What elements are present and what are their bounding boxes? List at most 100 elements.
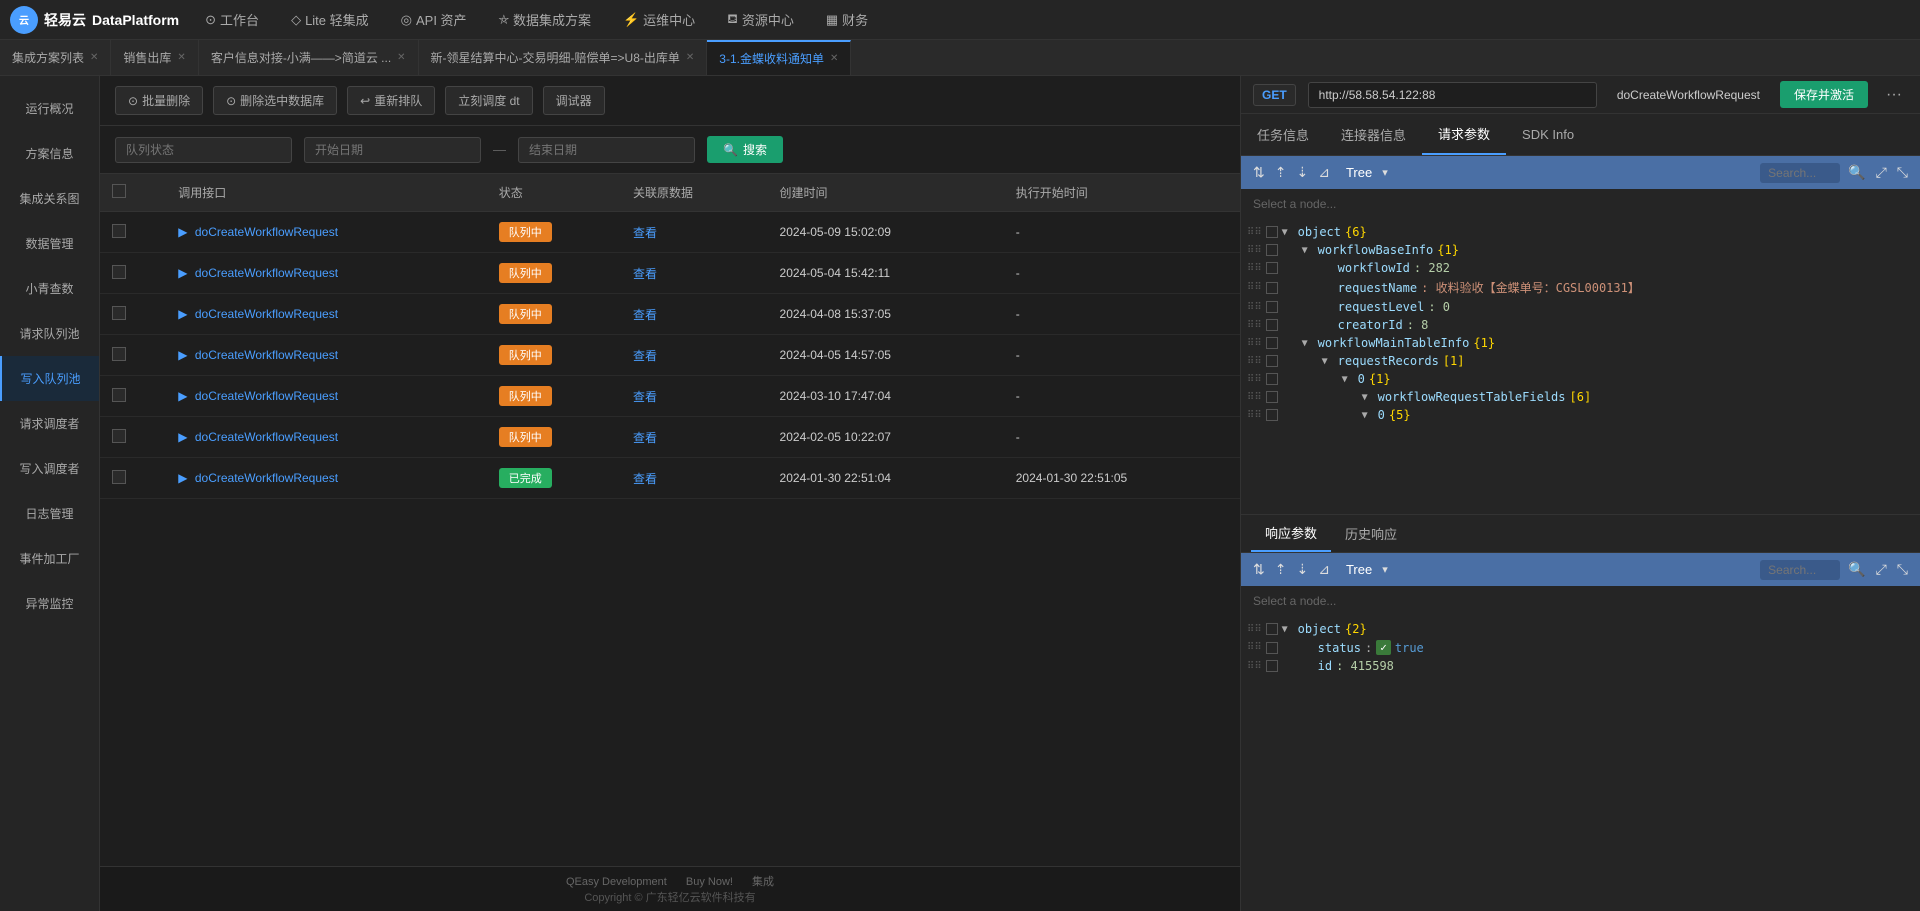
response-tree-search-icon[interactable]: 🔍	[1846, 559, 1867, 580]
resp-drag-handle-1[interactable]: ⠿⠿	[1247, 642, 1262, 653]
drag-handle-1[interactable]: ⠿⠿	[1247, 245, 1262, 256]
resp-tree-sort-icon[interactable]: ⇡	[1273, 559, 1289, 580]
resp-node-checkbox-0[interactable]	[1266, 623, 1278, 635]
request-tree-search-icon[interactable]: 🔍	[1846, 162, 1867, 183]
end-date-filter[interactable]	[518, 137, 695, 163]
resp-drag-handle-0[interactable]: ⠿⠿	[1247, 624, 1262, 635]
tab-close-new-star[interactable]: ✕	[686, 52, 694, 63]
row-checkbox-6[interactable]	[112, 470, 126, 484]
debug-button[interactable]: 调试器	[543, 86, 605, 115]
row-checkbox-5[interactable]	[112, 429, 126, 443]
drag-handle-8[interactable]: ⠿⠿	[1247, 374, 1262, 385]
request-tree-collapse-icon[interactable]: ⤡	[1895, 162, 1910, 183]
row-checkbox-3[interactable]	[112, 347, 126, 361]
request-tree-expand-icon[interactable]: ⤢	[1874, 162, 1889, 183]
row-checkbox-1[interactable]	[112, 265, 126, 279]
drag-handle-0[interactable]: ⠿⠿	[1247, 227, 1262, 238]
requeue-button[interactable]: ↩ 重新排队	[347, 86, 435, 115]
tree-sort-desc-icon[interactable]: ⇣	[1294, 162, 1310, 183]
sidebar-item-small-query[interactable]: 小青查数	[0, 266, 99, 311]
request-tree-row[interactable]: ⠿⠿ requestName : 收料验收【金蝶单号：CGSL000131】	[1241, 277, 1920, 298]
response-tree-collapse-icon[interactable]: ⤡	[1895, 559, 1910, 580]
view-link-0[interactable]: 查看	[633, 226, 657, 240]
node-checkbox-10[interactable]	[1266, 409, 1278, 421]
node-checkbox-9[interactable]	[1266, 391, 1278, 403]
play-icon-4[interactable]: ▶	[178, 389, 187, 403]
tab-solution-list[interactable]: 集成方案列表 ✕	[0, 40, 111, 75]
tab-new-star[interactable]: 新-领星结算中心-交易明细-赔偿单=>U8-出库单 ✕	[419, 40, 708, 75]
sidebar-item-write-queue[interactable]: 写入队列池	[0, 356, 99, 401]
drag-handle-9[interactable]: ⠿⠿	[1247, 392, 1262, 403]
resp-node-checkbox-2[interactable]	[1266, 660, 1278, 672]
play-icon-5[interactable]: ▶	[178, 430, 187, 444]
resp-tree-sort-desc-icon[interactable]: ⇣	[1294, 559, 1310, 580]
sidebar-item-request-scheduler[interactable]: 请求调度者	[0, 401, 99, 446]
nav-ops[interactable]: ⚡ 运维中心	[617, 10, 701, 29]
node-checkbox-7[interactable]	[1266, 355, 1278, 367]
view-link-4[interactable]: 查看	[633, 390, 657, 404]
rp-tab-request-params[interactable]: 请求参数	[1422, 114, 1506, 155]
tab-golden-butterfly[interactable]: 3-1.金蝶收料通知单 ✕	[707, 40, 851, 75]
bottom-tab-history-response[interactable]: 历史响应	[1331, 516, 1411, 551]
response-tree-row[interactable]: ⠿⠿ ▼ object {2}	[1241, 620, 1920, 638]
delete-selected-button[interactable]: ⊙ 删除选中数据库	[213, 86, 337, 115]
play-icon-3[interactable]: ▶	[178, 348, 187, 362]
tree-expand-all-icon[interactable]: ⇅	[1251, 162, 1267, 183]
row-checkbox-0[interactable]	[112, 224, 126, 238]
request-tree-row[interactable]: ⠿⠿ requestLevel : 0	[1241, 298, 1920, 316]
tree-dropdown-arrow[interactable]: ▾	[1382, 166, 1388, 179]
resp-tree-expand-icon[interactable]: ⇅	[1251, 559, 1267, 580]
node-checkbox-6[interactable]	[1266, 337, 1278, 349]
save-activate-button[interactable]: 保存并激活	[1780, 81, 1868, 108]
drag-handle-3[interactable]: ⠿⠿	[1247, 282, 1262, 293]
tab-close-sales-warehouse[interactable]: ✕	[177, 52, 185, 63]
node-checkbox-0[interactable]	[1266, 226, 1278, 238]
resp-node-checkbox-1[interactable]	[1266, 642, 1278, 654]
response-tree-row[interactable]: ⠿⠿ status : ✓ true	[1241, 638, 1920, 657]
sidebar-item-data-mgmt[interactable]: 数据管理	[0, 221, 99, 266]
drag-handle-6[interactable]: ⠿⠿	[1247, 338, 1262, 349]
drag-handle-10[interactable]: ⠿⠿	[1247, 410, 1262, 421]
rp-tab-connector-info[interactable]: 连接器信息	[1325, 115, 1422, 154]
more-options-button[interactable]: ···	[1880, 86, 1908, 104]
request-tree-row[interactable]: ⠿⠿ creatorId : 8	[1241, 316, 1920, 334]
footer-link-buynow[interactable]: Buy Now!	[686, 876, 733, 888]
select-all-checkbox[interactable]	[112, 184, 126, 198]
nav-api[interactable]: ◎ API 资产	[395, 10, 473, 29]
node-checkbox-4[interactable]	[1266, 301, 1278, 313]
tab-close-solution-list[interactable]: ✕	[90, 52, 98, 63]
resp-drag-handle-2[interactable]: ⠿⠿	[1247, 661, 1262, 672]
rp-tab-task-info[interactable]: 任务信息	[1241, 115, 1325, 154]
request-tree-row[interactable]: ⠿⠿ ▼ object {6}	[1241, 223, 1920, 241]
resp-tree-dropdown-arrow[interactable]: ▾	[1382, 563, 1388, 576]
play-icon-2[interactable]: ▶	[178, 307, 187, 321]
node-checkbox-5[interactable]	[1266, 319, 1278, 331]
request-tree-row[interactable]: ⠿⠿ ▼ workflowBaseInfo {1}	[1241, 241, 1920, 259]
view-link-6[interactable]: 查看	[633, 472, 657, 486]
drag-handle-7[interactable]: ⠿⠿	[1247, 356, 1262, 367]
sidebar-item-log-mgmt[interactable]: 日志管理	[0, 491, 99, 536]
tree-filter-icon[interactable]: ⊿	[1316, 162, 1332, 183]
request-tree-row[interactable]: ⠿⠿ ▼ 0 {1}	[1241, 370, 1920, 388]
url-input[interactable]	[1308, 82, 1597, 108]
queue-status-filter[interactable]	[115, 137, 292, 163]
response-tree-search-input[interactable]	[1760, 560, 1840, 580]
request-tree-search-input[interactable]	[1760, 163, 1840, 183]
request-tree-row[interactable]: ⠿⠿ ▼ workflowRequestTableFields [6]	[1241, 388, 1920, 406]
request-tree-row[interactable]: ⠿⠿ ▼ 0 {5}	[1241, 406, 1920, 424]
request-tree-row[interactable]: ⠿⠿ ▼ requestRecords [1]	[1241, 352, 1920, 370]
node-checkbox-1[interactable]	[1266, 244, 1278, 256]
node-checkbox-2[interactable]	[1266, 262, 1278, 274]
tab-close-golden-butterfly[interactable]: ✕	[830, 53, 838, 64]
tab-close-customer-info[interactable]: ✕	[397, 52, 405, 63]
sidebar-item-overview[interactable]: 运行概况	[0, 86, 99, 131]
sidebar-item-event-factory[interactable]: 事件加工厂	[0, 536, 99, 581]
request-tree-row[interactable]: ⠿⠿ workflowId : 282	[1241, 259, 1920, 277]
row-checkbox-2[interactable]	[112, 306, 126, 320]
drag-handle-4[interactable]: ⠿⠿	[1247, 302, 1262, 313]
node-checkbox-3[interactable]	[1266, 282, 1278, 294]
response-tree-expand-icon[interactable]: ⤢	[1874, 559, 1889, 580]
sidebar-item-integration-map[interactable]: 集成关系图	[0, 176, 99, 221]
view-link-3[interactable]: 查看	[633, 349, 657, 363]
nav-finance[interactable]: ▦ 财务	[820, 10, 874, 29]
